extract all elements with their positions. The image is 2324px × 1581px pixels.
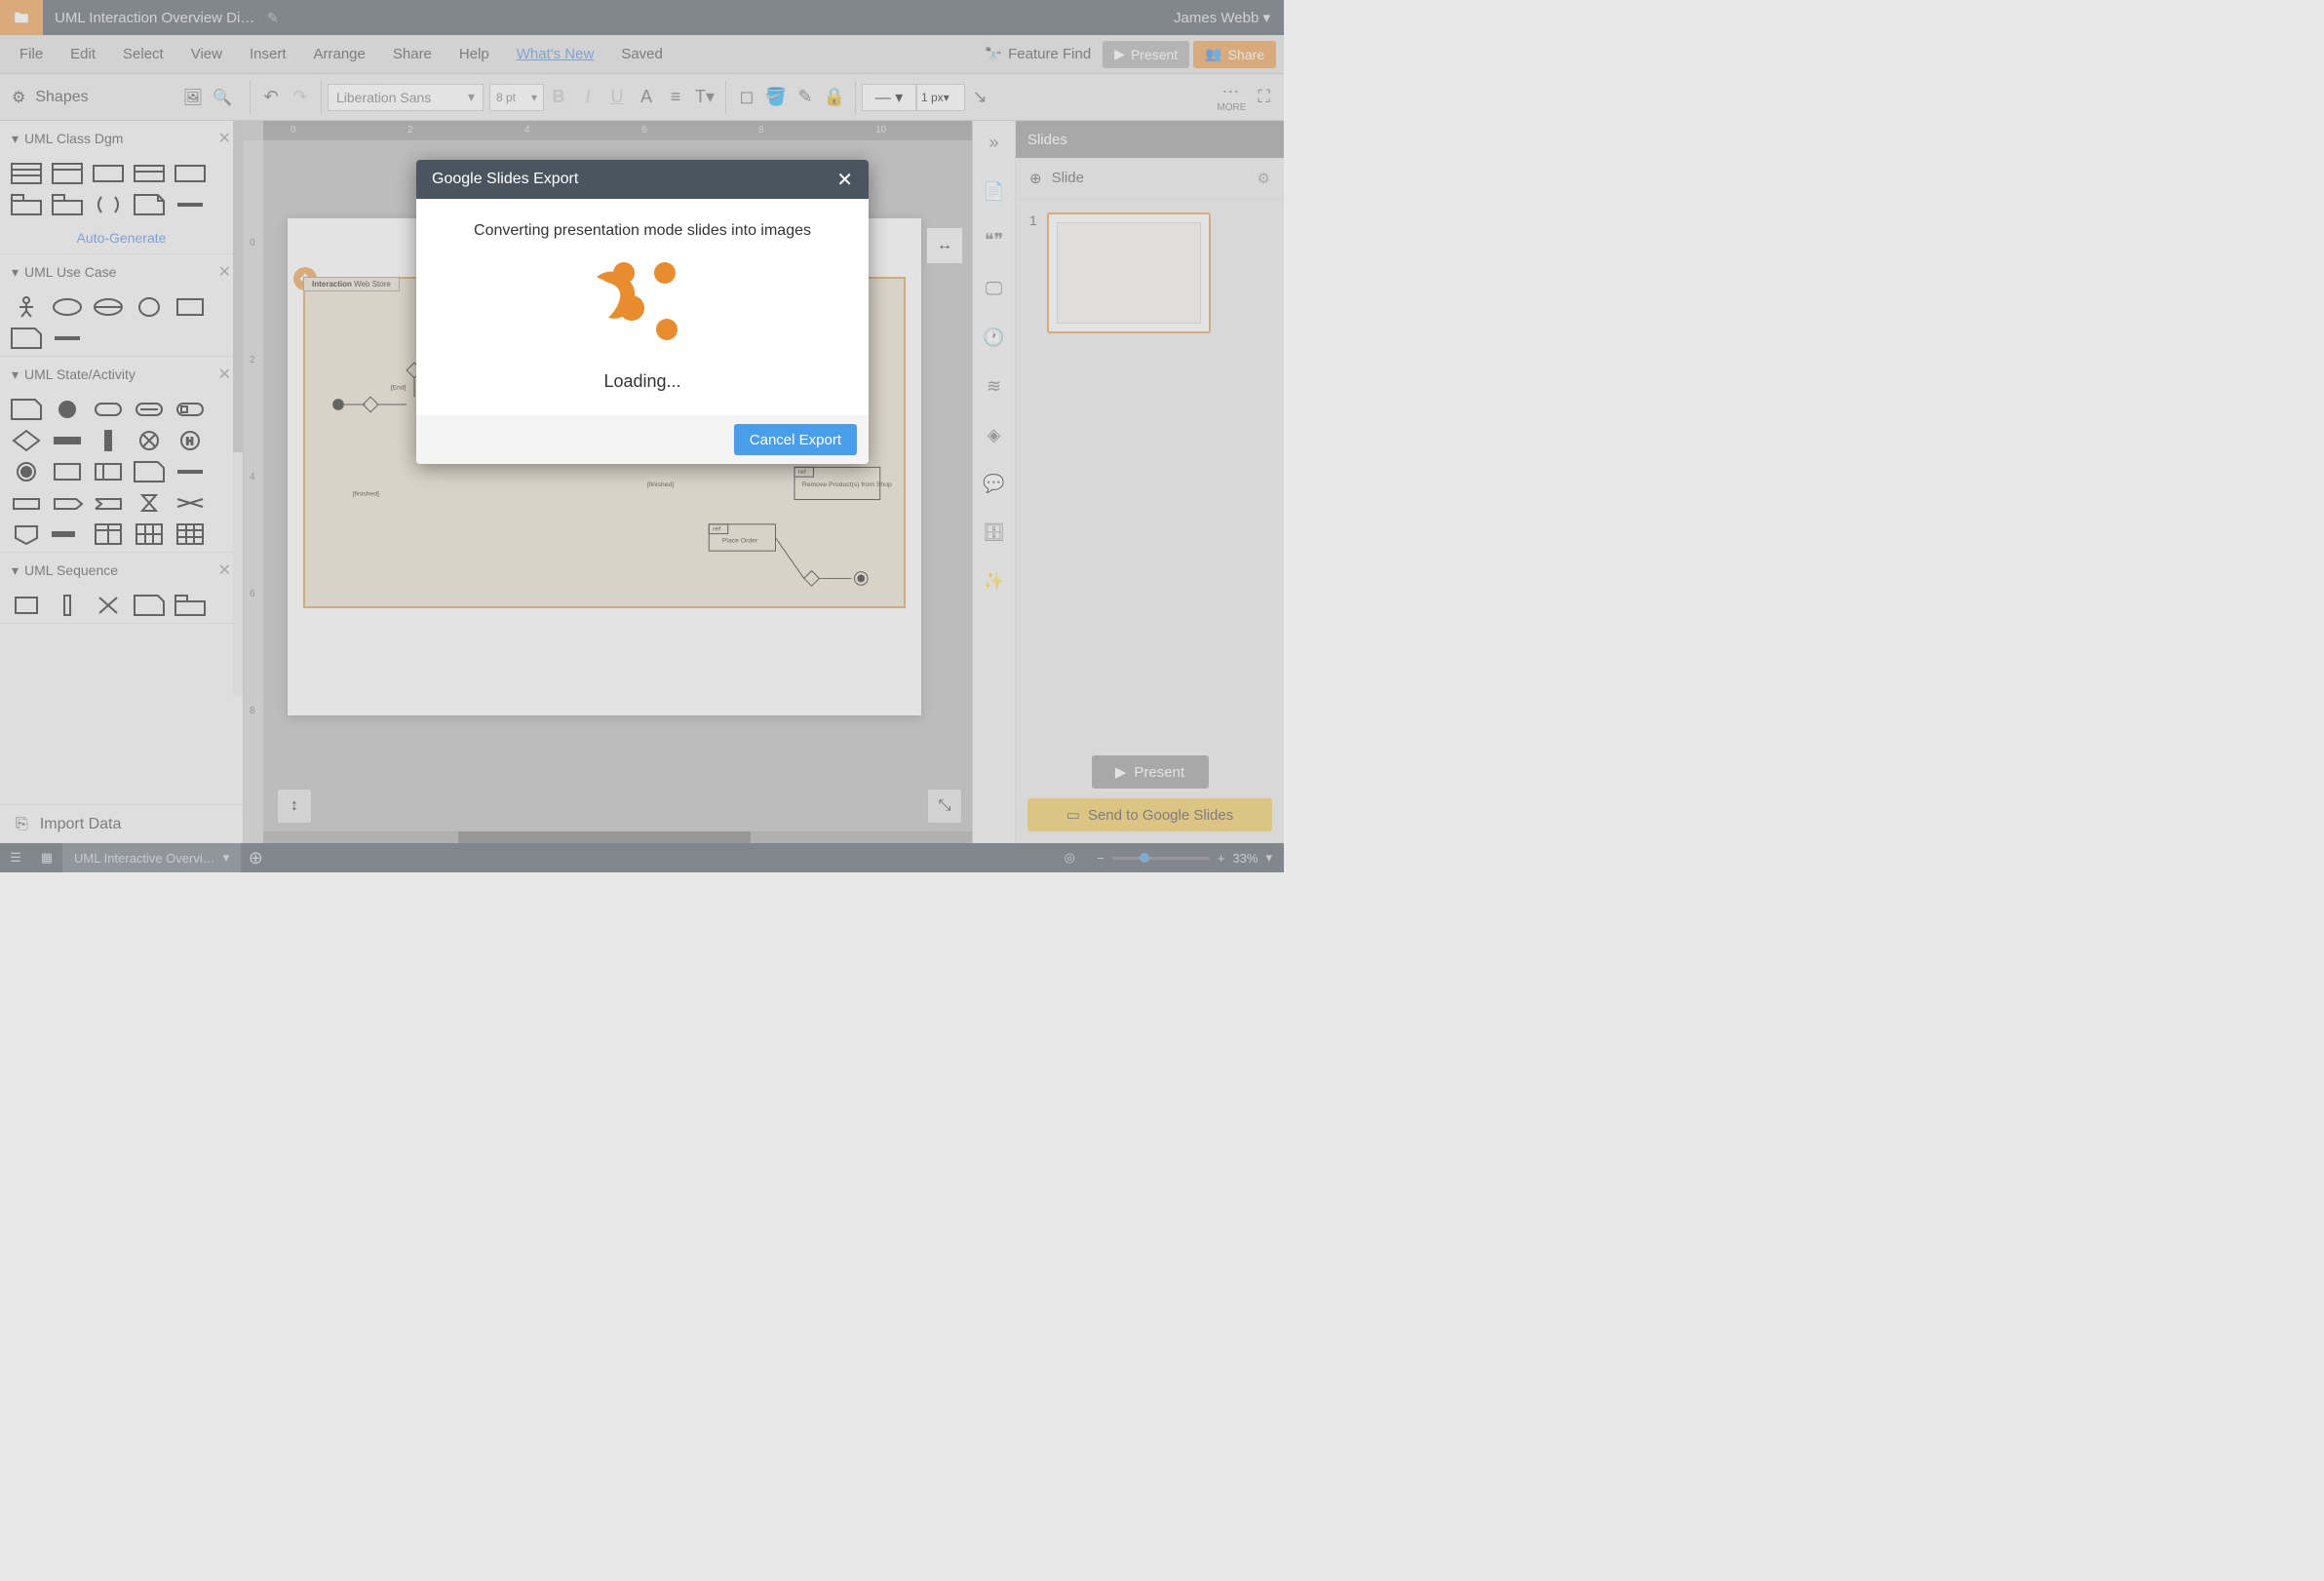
- modal-footer: Cancel Export: [416, 415, 869, 464]
- close-icon[interactable]: ✕: [836, 168, 853, 192]
- modal-message: Converting presentation mode slides into…: [440, 222, 845, 240]
- export-modal: Google Slides Export ✕ Converting presen…: [416, 160, 869, 464]
- modal-body: Converting presentation mode slides into…: [416, 199, 869, 415]
- modal-title: Google Slides Export: [432, 171, 578, 188]
- loading-text: Loading...: [440, 371, 845, 392]
- loading-spinner-icon: [440, 259, 845, 352]
- modal-header: Google Slides Export ✕: [416, 160, 869, 199]
- cancel-export-button[interactable]: Cancel Export: [734, 424, 857, 455]
